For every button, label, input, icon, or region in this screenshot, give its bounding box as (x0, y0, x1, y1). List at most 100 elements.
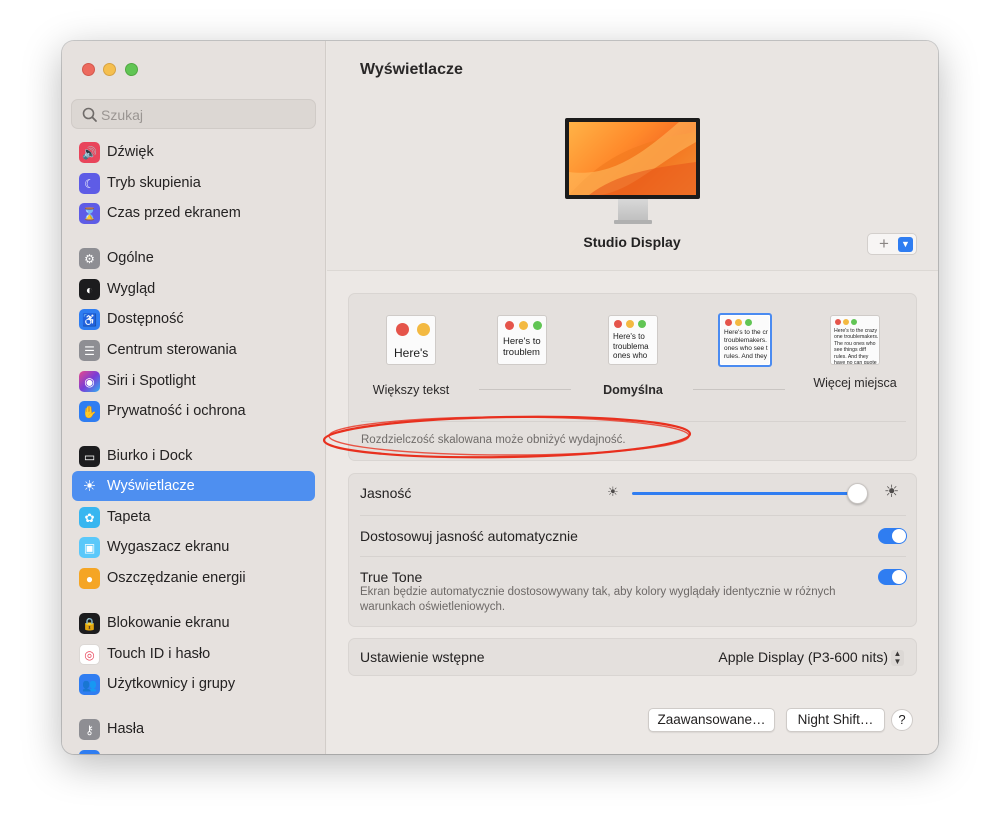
sidebar-item-label: Wygaszacz ekranu (107, 539, 230, 555)
wallpaper-preview (569, 122, 696, 195)
true-tone-toggle[interactable] (878, 569, 907, 585)
resolution-connector (693, 389, 785, 390)
add-display-button[interactable]: + ▼ (867, 233, 917, 255)
brightness-slider-knob[interactable] (847, 483, 868, 504)
fingerprint-icon: ◎ (79, 644, 100, 665)
control-center-icon: ☰ (79, 340, 100, 361)
sidebar-item-desktop-dock[interactable]: ▭ Biurko i Dock (72, 441, 315, 471)
resolution-option-4-selected[interactable]: Here's to the cr troublemakers. ones who… (718, 313, 772, 367)
sidebar-item-siri[interactable]: ◉ Siri i Spotlight (72, 366, 315, 396)
preset-label: Ustawienie wstępne (360, 649, 485, 665)
true-tone-label: True Tone (360, 569, 423, 585)
sidebar-item-label: Prywatność i ochrona (107, 403, 246, 419)
main-content: Wyświetlacze Studio Display + ▼ Here's W… (322, 41, 938, 754)
resolution-connector (479, 389, 571, 390)
thumb-text: Here's to troublem (503, 336, 541, 358)
chevron-down-icon[interactable]: ▼ (898, 237, 913, 252)
sidebar-item-label: Oszczędzanie energii (107, 570, 246, 586)
sidebar-item-privacy[interactable]: ✋ Prywatność i ochrona (72, 396, 315, 426)
sidebar-item-wallpaper[interactable]: ✿ Tapeta (72, 502, 315, 532)
sidebar-item-touch-id[interactable]: ◎ Touch ID i hasło (72, 639, 315, 669)
help-button[interactable]: ? (891, 709, 913, 731)
close-window-button[interactable] (82, 63, 95, 76)
popup-stepper-icon[interactable]: ▲ ▼ (891, 650, 904, 666)
search-placeholder: Szukaj (101, 107, 144, 123)
minimize-window-button[interactable] (103, 63, 116, 76)
resolution-label-default: Domyślna (603, 383, 663, 397)
sidebar-item-focus[interactable]: ☾ Tryb skupienia (72, 168, 315, 198)
flower-icon: ✿ (79, 507, 100, 528)
brightness-row: Jasność ☀ ☀ (349, 474, 916, 514)
appearance-icon: ◐ (79, 279, 100, 300)
divider (361, 421, 906, 422)
preset-value[interactable]: Apple Display (P3-600 nits) (718, 649, 888, 665)
hand-icon: ✋ (79, 401, 100, 422)
zoom-window-button[interactable] (125, 63, 138, 76)
bulb-icon: ● (79, 568, 100, 589)
auto-brightness-toggle[interactable] (878, 528, 907, 544)
key-icon: ⚷ (79, 719, 100, 740)
sun-icon: ☀ (82, 478, 97, 495)
page-title: Wyświetlacze (360, 61, 463, 78)
display-name: Studio Display (583, 234, 681, 250)
true-tone-description: Ekran będzie automatycznie dostosowywany… (360, 586, 836, 613)
advanced-button[interactable]: Zaawansowane… (648, 708, 775, 732)
users-icon: 👥 (79, 674, 100, 695)
resolution-option-2[interactable]: Here's to troublem (497, 315, 547, 365)
sidebar-item-lock-screen[interactable]: 🔒 Blokowanie ekranu (72, 608, 315, 638)
sidebar-item-label: Wyświetlacze (107, 478, 195, 494)
sidebar-item-label: Blokowanie ekranu (107, 615, 230, 631)
monitor-stand-base (614, 220, 652, 224)
sidebar: Szukaj 🔊 Dźwięk ☾ Tryb skupienia ⌛ Czas … (62, 41, 326, 754)
sidebar-item-label: Hasła (107, 721, 145, 737)
preset-card: Ustawienie wstępne Apple Display (P3-600… (348, 638, 917, 676)
sidebar-item-sound[interactable]: 🔊 Dźwięk (72, 137, 315, 167)
moon-icon: ☾ (79, 173, 100, 194)
screensaver-icon: ▣ (79, 537, 100, 558)
auto-brightness-label: Dostosowuj jasność automatycznie (360, 528, 578, 544)
toggle-knob (892, 570, 906, 584)
sidebar-item-label: Tapeta (107, 509, 151, 525)
sidebar-item-partial[interactable] (72, 745, 315, 754)
sidebar-item-screen-time[interactable]: ⌛ Czas przed ekranem (72, 198, 315, 228)
dock-icon: ▭ (79, 446, 100, 467)
resolution-option-larger-text[interactable]: Here's (386, 315, 436, 365)
sidebar-item-screensaver[interactable]: ▣ Wygaszacz ekranu (72, 532, 315, 562)
resolution-option-default[interactable]: Here's to troublema ones who (608, 315, 658, 365)
sidebar-item-appearance[interactable]: ◐ Wygląd (72, 274, 315, 304)
sidebar-item-label: Biurko i Dock (107, 448, 193, 464)
brightness-card: Jasność ☀ ☀ Dostosowuj jasność automatyc… (348, 473, 917, 627)
sidebar-item-label: Wygląd (107, 281, 156, 297)
thumb-text: Here's to troublema ones who (613, 332, 649, 360)
hourglass-icon: ⌛ (79, 203, 100, 224)
lock-icon: 🔒 (79, 613, 100, 634)
plus-icon: + (879, 234, 889, 253)
brightness-slider[interactable] (632, 492, 857, 495)
sidebar-item-label: Dostępność (107, 311, 184, 327)
sidebar-item-energy[interactable]: ● Oszczędzanie energii (72, 563, 315, 593)
sidebar-item-control-center[interactable]: ☰ Centrum sterowania (72, 335, 315, 365)
display-header: Wyświetlacze Studio Display + ▼ (327, 41, 938, 271)
settings-window: Szukaj 🔊 Dźwięk ☾ Tryb skupienia ⌛ Czas … (62, 41, 938, 754)
speaker-icon: 🔊 (79, 142, 100, 163)
search-input[interactable]: Szukaj (71, 99, 316, 129)
thumb-text: Here's to the cr troublemakers. ones who… (724, 329, 768, 360)
resolution-label-larger-text: Większy tekst (372, 383, 450, 397)
night-shift-button[interactable]: Night Shift… (786, 708, 885, 732)
toggle-knob (892, 529, 906, 543)
sidebar-item-accessibility[interactable]: ♿ Dostępność (72, 304, 315, 334)
resolution-label-more-space: Więcej miejsca (813, 376, 897, 390)
sidebar-item-displays[interactable]: ☀ Wyświetlacze (72, 471, 315, 501)
sidebar-item-label: Ogólne (107, 250, 154, 266)
resolution-option-more-space[interactable]: Here's to the crazy one troublemakers. T… (830, 315, 880, 365)
sidebar-item-users[interactable]: 👥 Użytkownicy i grupy (72, 669, 315, 699)
partial-icon (79, 750, 100, 754)
brightness-label: Jasność (360, 485, 412, 501)
resolution-card: Here's Większy tekst Here's to troublem … (322, 293, 917, 461)
sidebar-item-general[interactable]: ⚙ Ogólne (72, 243, 315, 273)
sidebar-item-label: Centrum sterowania (107, 342, 237, 358)
sidebar-item-passwords[interactable]: ⚷ Hasła (72, 714, 315, 744)
thumb-text: Here's (394, 346, 429, 360)
monitor-image[interactable] (565, 118, 700, 199)
accessibility-icon: ♿ (79, 309, 100, 330)
